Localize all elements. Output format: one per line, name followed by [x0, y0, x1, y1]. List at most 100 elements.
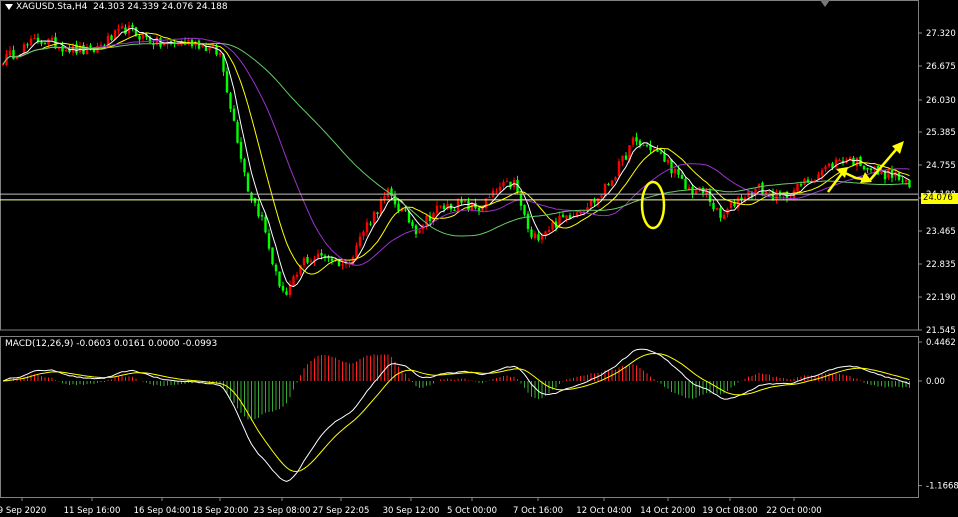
candle-body: [775, 191, 778, 200]
candle-body: [138, 36, 141, 40]
candle-body: [509, 181, 512, 188]
highlight-ellipse: [640, 180, 666, 230]
symbol-dropdown-icon[interactable]: [5, 3, 13, 10]
candle-body: [719, 208, 722, 218]
candle-body: [131, 25, 134, 28]
candle-body: [537, 234, 540, 241]
macd-header: MACD(12,26,9) -0.0603 0.0161 0.0000 -0.0…: [5, 339, 218, 349]
candle-body: [635, 137, 638, 142]
candle-body: [239, 141, 243, 159]
candle-body: [827, 163, 831, 167]
macd-line: [2, 348, 910, 483]
candle-body: [901, 180, 904, 182]
candle-body: [666, 159, 670, 163]
y-tick-label: 26.675: [926, 62, 956, 72]
y-tick-label: 23.465: [926, 227, 956, 237]
candle-body: [379, 200, 383, 215]
candle-body: [799, 184, 803, 186]
candle-body: [684, 178, 687, 190]
candle-body: [330, 258, 334, 261]
candle-body: [852, 157, 855, 166]
candle-body: [236, 121, 239, 143]
candle-body: [547, 229, 551, 233]
chart-svg[interactable]: 27.32026.67526.03025.38524.75524.11023.4…: [0, 0, 958, 517]
candle-body: [253, 197, 257, 203]
x-tick-label: 27 Sep 22:05: [313, 506, 370, 516]
candle-body: [540, 236, 544, 240]
candle-body: [526, 213, 530, 229]
candle-body: [141, 34, 145, 39]
candle-body: [565, 215, 568, 219]
candle-body: [306, 256, 309, 263]
candle-body: [638, 140, 642, 145]
candle-body: [621, 155, 624, 162]
candle-body: [271, 247, 274, 265]
candle-body: [61, 46, 64, 52]
candle-body: [288, 284, 292, 296]
candle-body: [656, 149, 659, 152]
chart-ohlc: 24.303 24.339 24.076 24.188: [93, 2, 228, 12]
candle-body: [680, 175, 684, 179]
candle-body: [670, 159, 673, 174]
candle-body: [120, 26, 124, 29]
y-tick-label: 26.030: [926, 96, 956, 106]
candle-body: [715, 207, 719, 210]
candle-body: [327, 257, 330, 259]
candle-body: [530, 229, 533, 238]
candle-body: [50, 37, 54, 41]
candle-body: [281, 285, 285, 291]
candle-body: [862, 165, 866, 170]
candle-body: [442, 205, 446, 209]
candle-body: [610, 180, 614, 187]
candle-body: [561, 214, 565, 218]
macd-y-tick-label: 0.4462: [926, 338, 956, 348]
candle-body: [617, 161, 621, 177]
candle-body: [495, 191, 498, 193]
candle-body: [218, 53, 222, 56]
candle-body: [341, 264, 344, 266]
candle-body: [29, 38, 33, 46]
candle-body: [845, 159, 848, 161]
candle-body: [659, 152, 663, 154]
candle-body: [260, 215, 264, 217]
candle-body: [607, 184, 610, 186]
chart-shift-marker-icon[interactable]: [820, 0, 830, 7]
candle-body: [117, 28, 120, 31]
candle-body: [215, 46, 218, 55]
y-tick-label: 22.835: [926, 260, 956, 270]
candle-body: [295, 274, 299, 277]
candle-body: [642, 144, 645, 146]
x-tick-label: 5 Oct 00:00: [447, 506, 497, 516]
candle-body: [498, 186, 502, 191]
candle-body: [134, 27, 138, 36]
candle-body: [376, 212, 379, 214]
candle-body: [176, 44, 180, 46]
candle-body: [64, 50, 68, 52]
candle-body: [302, 258, 306, 266]
moving-average-purple: [2, 37, 910, 266]
y-tick-label: 25.385: [926, 128, 956, 138]
candle-body: [614, 177, 617, 180]
candle-body: [372, 211, 376, 224]
candle-body: [505, 181, 509, 183]
candle-body: [722, 214, 726, 219]
candle-body: [463, 201, 467, 203]
candle-body: [355, 245, 358, 258]
candle-body: [796, 183, 799, 192]
candle-body: [593, 200, 596, 203]
macd-panel-frame: [0, 336, 919, 498]
candle-body: [838, 159, 841, 161]
x-tick-label: 16 Sep 04:00: [134, 506, 191, 516]
macd-y-tick-label: -1.1668: [926, 482, 958, 492]
candle-body: [36, 37, 40, 42]
candle-body: [40, 42, 43, 44]
candle-body: [71, 45, 75, 53]
chart-symbol: XAGUSD.Sta,H4: [16, 2, 88, 12]
candle-body: [267, 233, 271, 249]
x-tick-label: 14 Oct 20:00: [640, 506, 695, 516]
x-tick-label: 9 Sep 2020: [0, 506, 46, 516]
candle-body: [43, 43, 47, 45]
candle-body: [866, 168, 869, 170]
candle-body: [624, 155, 628, 160]
candle-body: [1, 64, 5, 66]
